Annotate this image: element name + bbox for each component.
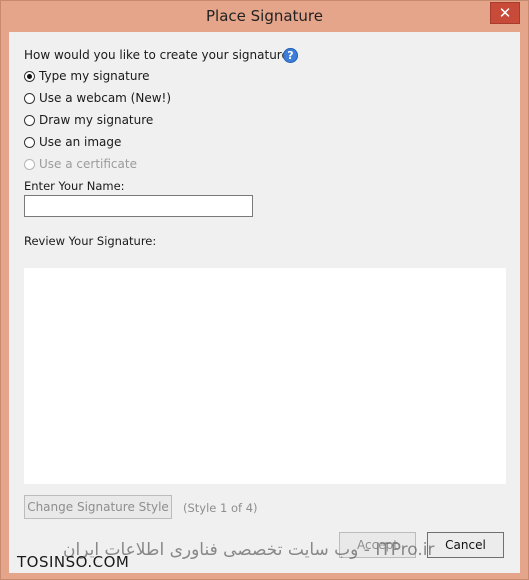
radio-label: Draw my signature bbox=[39, 113, 154, 127]
cancel-button[interactable]: Cancel bbox=[427, 532, 504, 558]
radio-use-certificate: Use a certificate bbox=[24, 157, 137, 171]
radio-button[interactable] bbox=[24, 136, 35, 148]
radio-draw-signature[interactable]: Draw my signature bbox=[24, 113, 153, 127]
window-title: Place Signature bbox=[205, 7, 323, 25]
watermark-site: TOSINSO.COM bbox=[17, 553, 130, 571]
radio-button[interactable] bbox=[24, 114, 35, 126]
name-field-label: Enter Your Name: bbox=[24, 179, 125, 193]
signature-preview bbox=[24, 268, 506, 484]
change-signature-style-button[interactable]: Change Signature Style bbox=[24, 495, 172, 519]
radio-button bbox=[24, 158, 35, 170]
style-indicator: (Style 1 of 4) bbox=[183, 501, 258, 515]
radio-label: Type my signature bbox=[39, 69, 150, 83]
radio-label: Use an image bbox=[39, 135, 122, 149]
radio-button[interactable] bbox=[24, 70, 35, 82]
help-icon[interactable]: ? bbox=[283, 48, 298, 63]
radio-type-signature[interactable]: Type my signature bbox=[24, 69, 150, 83]
radio-label: Use a webcam (New!) bbox=[39, 91, 172, 105]
radio-button[interactable] bbox=[24, 92, 35, 104]
close-button[interactable]: ✕ bbox=[490, 2, 520, 24]
name-input[interactable] bbox=[24, 195, 253, 217]
dialog-body: How would you like to create your signat… bbox=[9, 32, 520, 573]
title-bar[interactable]: Place Signature ✕ bbox=[1, 1, 528, 33]
close-icon: ✕ bbox=[498, 4, 512, 22]
method-question-text: How would you like to create your signat… bbox=[24, 48, 296, 62]
method-question: How would you like to create your signat… bbox=[24, 48, 295, 62]
radio-use-image[interactable]: Use an image bbox=[24, 135, 121, 149]
radio-label: Use a certificate bbox=[39, 157, 137, 171]
radio-use-webcam[interactable]: Use a webcam (New!) bbox=[24, 91, 171, 105]
dialog-window: Place Signature ✕ How would you like to … bbox=[0, 0, 529, 580]
review-label: Review Your Signature: bbox=[24, 234, 157, 248]
